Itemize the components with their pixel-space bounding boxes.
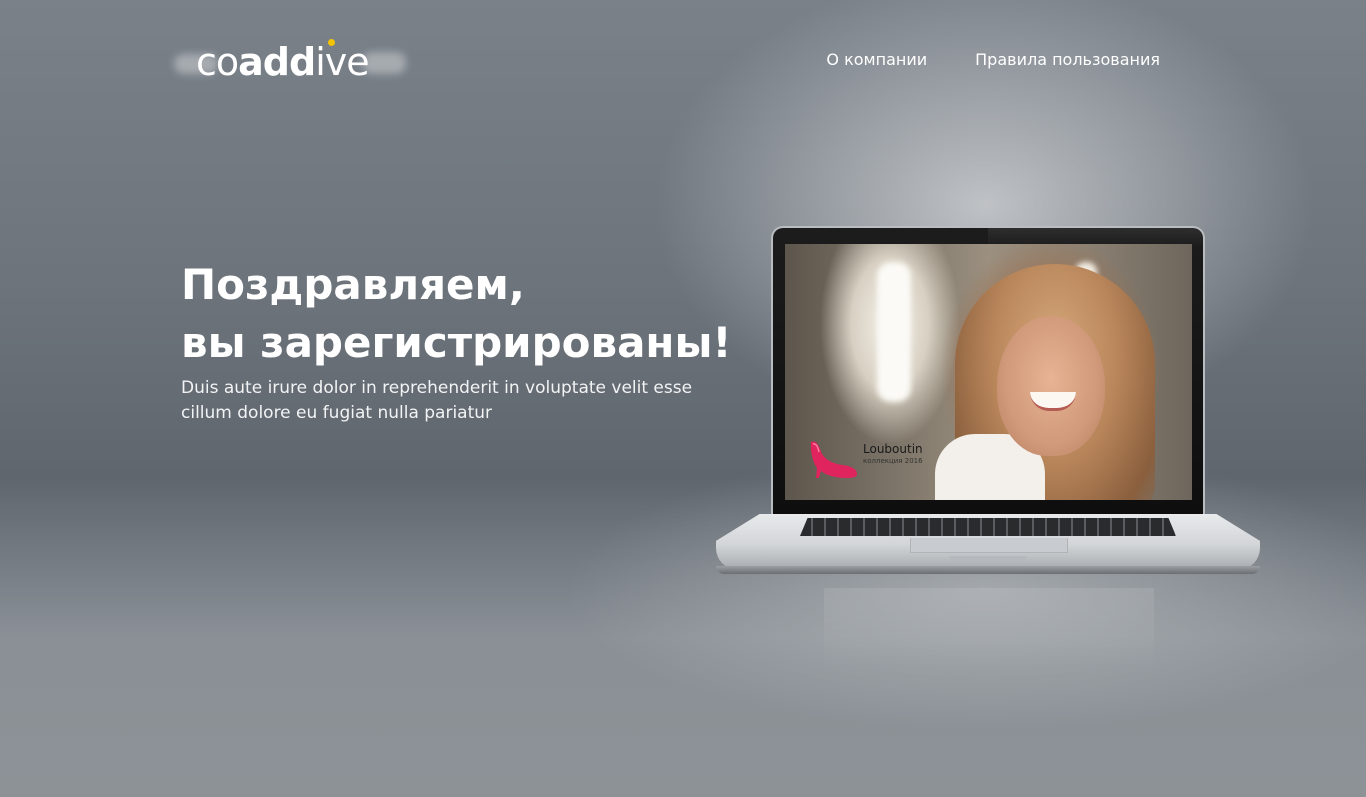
laptop-reflection: [824, 588, 1154, 668]
laptop-base-lip: [716, 566, 1260, 574]
laptop-lid: Louboutin коллекция 2016: [771, 226, 1205, 516]
logo-dot: [328, 39, 335, 46]
video-person-face: [997, 316, 1105, 456]
promo-title: Louboutin: [863, 442, 923, 456]
video-promo-overlay: Louboutin коллекция 2016: [807, 438, 923, 480]
promo-subtitle: коллекция 2016: [863, 457, 923, 465]
hero-subtitle: Duis aute irure dolor in reprehenderit i…: [181, 378, 693, 423]
laptop-screen-video: Louboutin коллекция 2016: [785, 244, 1192, 500]
logo[interactable]: coaddive: [174, 38, 406, 86]
site-header: coaddive О компании Правила пользования: [0, 0, 1366, 120]
laptop-keyboard: [800, 518, 1176, 536]
nav-link-terms[interactable]: Правила пользования: [975, 50, 1160, 69]
hero-title-line-1: Поздравляем,: [181, 260, 525, 309]
nav-link-about[interactable]: О компании: [826, 50, 927, 69]
logo-part-co: co: [196, 40, 239, 84]
laptop-trackpad: [910, 538, 1068, 553]
logo-wordmark: coaddive: [176, 38, 370, 86]
hero-section: Поздравляем, вы зарегистрированы! Duis a…: [181, 256, 741, 426]
laptop-notch: [950, 556, 1026, 562]
laptop-illustration: Louboutin коллекция 2016: [716, 226, 1260, 668]
main-nav: О компании Правила пользования: [826, 50, 1160, 69]
logo-part-add: add: [238, 40, 316, 84]
high-heel-shoe-icon: [810, 441, 857, 478]
hero-title: Поздравляем, вы зарегистрированы!: [181, 256, 741, 372]
promo-text: Louboutin коллекция 2016: [863, 442, 923, 466]
hero-title-line-2: вы зарегистрированы!: [181, 318, 732, 367]
logo-part-ive: ive: [315, 40, 369, 84]
screen-background-light: [877, 262, 911, 402]
